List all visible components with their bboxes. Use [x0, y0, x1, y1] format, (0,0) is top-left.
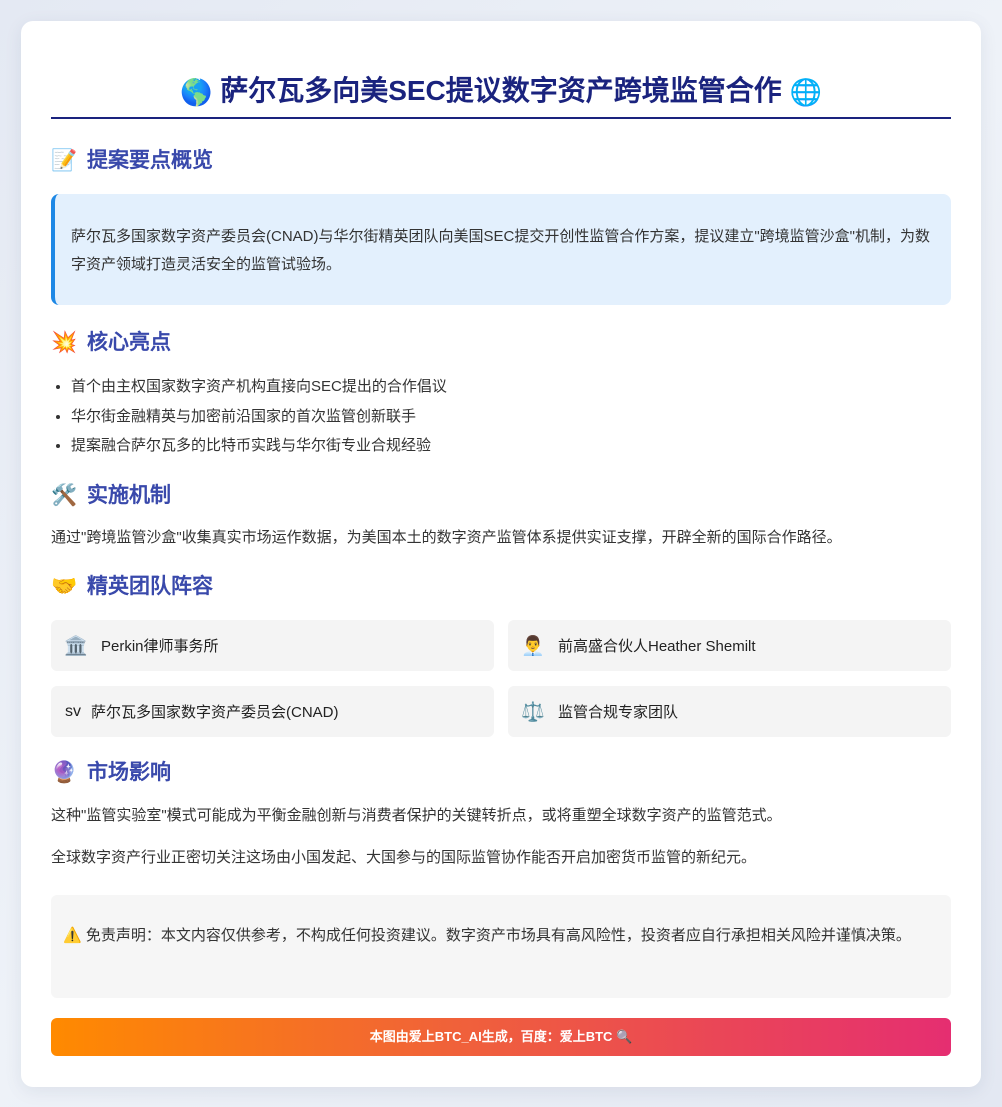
disclaimer-box: ⚠️ 免责声明：本文内容仅供参考，不构成任何投资建议。数字资产市场具有高风险性，…	[51, 895, 951, 998]
highlights-heading-text: 核心亮点	[87, 331, 171, 354]
page-title-text: 萨尔瓦多向美SEC提议数字资产跨境监管合作	[220, 75, 782, 106]
impact-paragraph: 这种"监管实验室"模式可能成为平衡金融创新与消费者保护的关键转折点，或将重塑全球…	[51, 807, 782, 824]
page-title: 🌎 萨尔瓦多向美SEC提议数字资产跨境监管合作 🌐	[51, 71, 951, 117]
memo-icon: 📝	[51, 149, 78, 172]
globe-americas-icon: 🌎	[180, 77, 213, 107]
impact-paragraph: 全球数字资产行业正密切关注这场由小国发起、大国参与的国际监管协作能否开启加密货币…	[51, 849, 757, 866]
el-salvador-flag-icon: sv	[65, 702, 81, 720]
mechanism-heading: 🛠️ 实施机制	[51, 481, 951, 511]
tools-icon: 🛠️	[51, 484, 78, 507]
mechanism-heading-text: 实施机制	[87, 484, 171, 507]
footer-text: 本图由爱上BTC_AI生成，百度：爱上BTC	[369, 1029, 613, 1044]
team-heading-text: 精英团队阵容	[87, 575, 213, 598]
classical-building-icon: 🏛️	[64, 635, 88, 657]
impact-heading-text: 市场影响	[87, 761, 171, 784]
team-member-cnad: sv 萨尔瓦多国家数字资产委员会(CNAD)	[51, 686, 494, 737]
highlights-heading: 💥 核心亮点	[51, 328, 951, 358]
handshake-icon: 🤝	[51, 575, 78, 598]
article-card: 🌎 萨尔瓦多向美SEC提议数字资产跨境监管合作 🌐 📝 提案要点概览 萨尔瓦多国家…	[21, 21, 981, 1087]
overview-heading: 📝 提案要点概览	[51, 146, 951, 176]
team-member-shemilt: 👨‍💼 前高盛合伙人Heather Shemilt	[508, 620, 951, 671]
crystal-ball-icon: 🔮	[51, 761, 78, 784]
warning-icon: ⚠️	[63, 927, 82, 944]
title-divider	[51, 117, 951, 119]
team-member-label: 萨尔瓦多国家数字资产委员会(CNAD)	[91, 704, 339, 721]
overview-body: 萨尔瓦多国家数字资产委员会(CNAD)与华尔街精英团队向美国SEC提交开创性监管…	[71, 228, 930, 273]
team-member-compliance: ⚖️ 监管合规专家团队	[508, 686, 951, 737]
highlights-list: 首个由主权国家数字资产机构直接向SEC提出的合作倡议 华尔街金融精英与加密前沿国…	[51, 372, 971, 461]
balance-scale-icon: ⚖️	[521, 701, 545, 723]
globe-meridians-icon: 🌐	[789, 77, 822, 107]
team-member-label: 前高盛合伙人Heather Shemilt	[558, 638, 756, 655]
mechanism-body: 通过"跨境监管沙盒"收集真实市场运作数据，为美国本土的数字资产监管体系提供实证支…	[51, 529, 842, 546]
list-item: 提案融合萨尔瓦多的比特币实践与华尔街专业合规经验	[71, 431, 971, 461]
sparkle-burst-icon: 💥	[51, 331, 78, 354]
footer-banner: 本图由爱上BTC_AI生成，百度：爱上BTC 🔍	[51, 1018, 951, 1056]
team-member-label: Perkin律师事务所	[101, 638, 219, 655]
team-member-label: 监管合规专家团队	[558, 704, 679, 721]
list-item: 首个由主权国家数字资产机构直接向SEC提出的合作倡议	[71, 372, 971, 402]
impact-heading: 🔮 市场影响	[51, 758, 951, 788]
team-member-perkin: 🏛️ Perkin律师事务所	[51, 620, 494, 671]
team-heading: 🤝 精英团队阵容	[51, 572, 951, 602]
overview-heading-text: 提案要点概览	[87, 149, 213, 172]
magnifier-icon: 🔍	[616, 1029, 633, 1044]
list-item: 华尔街金融精英与加密前沿国家的首次监管创新联手	[71, 402, 971, 432]
overview-callout: 萨尔瓦多国家数字资产委员会(CNAD)与华尔街精英团队向美国SEC提交开创性监管…	[51, 194, 951, 305]
businessman-icon: 👨‍💼	[521, 635, 545, 657]
disclaimer-text: 免责声明：本文内容仅供参考，不构成任何投资建议。数字资产市场具有高风险性，投资者…	[85, 927, 911, 944]
